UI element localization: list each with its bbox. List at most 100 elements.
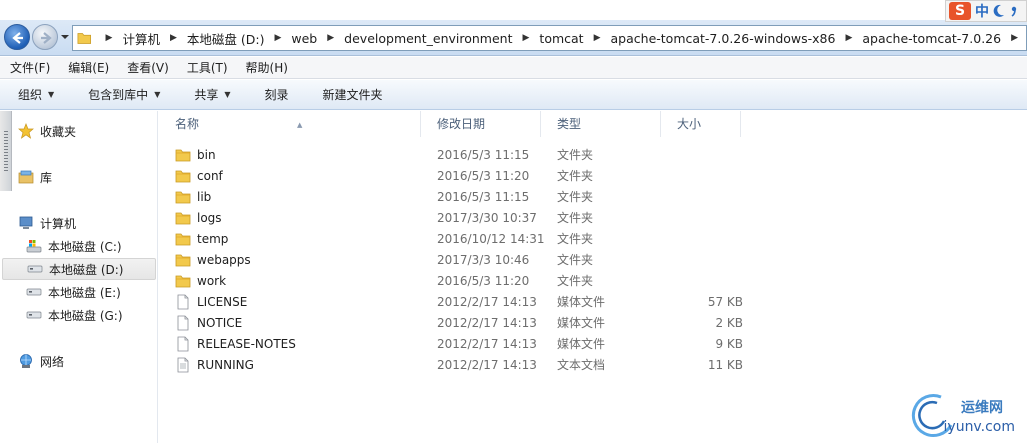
nav-libraries[interactable]: 库: [18, 166, 156, 188]
burn-button[interactable]: 刻录: [247, 86, 305, 103]
column-name-label: 名称: [175, 117, 200, 131]
hard-drive-icon: [27, 265, 43, 273]
file-name: RUNNING: [197, 357, 254, 372]
column-name-header[interactable]: 名称 ▲: [159, 111, 421, 137]
breadcrumb-separator[interactable]: ▶: [319, 33, 342, 43]
nav-drive-g[interactable]: 本地磁盘 (G:): [26, 304, 156, 326]
menu-view[interactable]: 查看(V): [117, 59, 177, 76]
table-row[interactable]: lib 2016/5/3 11:15 文件夹: [175, 186, 593, 207]
file-list[interactable]: 名称 ▲ 修改日期 类型 大小 bin 2016/5/3 11:15 文件夹 conf…: [159, 111, 1027, 443]
breadcrumb-web[interactable]: web: [289, 31, 319, 46]
table-row[interactable]: webapps 2017/3/3 10:46 文件夹: [175, 249, 593, 270]
nav-drive-c[interactable]: 本地磁盘 (C:): [26, 235, 156, 257]
system-drive-icon: [26, 240, 42, 253]
file-name-cell[interactable]: logs: [175, 210, 429, 226]
column-size-header[interactable]: 大小: [661, 111, 741, 137]
file-date: 2012/2/17 14:13: [437, 294, 537, 309]
breadcrumb-separator[interactable]: ▶: [98, 33, 121, 43]
breadcrumb-development-environment[interactable]: development_environment: [342, 31, 514, 46]
breadcrumb-computer[interactable]: 计算机: [120, 29, 162, 48]
table-row[interactable]: bin 2016/5/3 11:15 文件夹: [175, 144, 593, 165]
file-name-cell[interactable]: work: [175, 273, 429, 289]
file-type: 媒体文件: [557, 337, 606, 351]
breadcrumb-separator[interactable]: ▶: [837, 33, 860, 43]
file-name: RELEASE-NOTES: [197, 336, 296, 351]
column-header: 名称 ▲ 修改日期 类型 大小: [159, 111, 751, 137]
file-name-cell[interactable]: temp: [175, 231, 429, 247]
file-name: work: [197, 273, 227, 288]
nav-drive-d-label: 本地磁盘 (D:): [49, 262, 124, 277]
breadcrumb-tomcat-windows[interactable]: apache-tomcat-7.0.26-windows-x86: [609, 31, 838, 46]
column-type-header[interactable]: 类型: [541, 111, 661, 137]
menu-tools[interactable]: 工具(T): [177, 59, 236, 76]
file-name-cell[interactable]: RELEASE-NOTES: [175, 336, 429, 352]
breadcrumb-separator[interactable]: ▶: [586, 33, 609, 43]
table-row[interactable]: temp 2016/10/12 14:31 文件夹: [175, 228, 593, 249]
folder-icon: [175, 254, 191, 266]
ime-language[interactable]: 中: [975, 1, 989, 21]
file-name-cell[interactable]: conf: [175, 168, 429, 184]
scrollbar-grip[interactable]: [4, 131, 8, 171]
file-name: lib: [197, 189, 212, 204]
table-row[interactable]: logs 2017/3/30 10:37 文件夹: [175, 207, 593, 228]
file-name-cell[interactable]: RUNNING: [175, 357, 429, 373]
folder-icon: [175, 170, 191, 182]
breadcrumb-tomcat-folder[interactable]: apache-tomcat-7.0.26: [860, 31, 1003, 46]
nav-scrollbar[interactable]: [0, 111, 12, 191]
file-name: NOTICE: [197, 315, 243, 330]
back-button[interactable]: [4, 24, 30, 50]
menu-file[interactable]: 文件(F): [0, 59, 58, 76]
include-in-library-button[interactable]: 包含到库中 ▼: [70, 86, 176, 103]
new-folder-button[interactable]: 新建文件夹: [305, 86, 399, 103]
library-icon: [18, 170, 34, 184]
breadcrumb-tomcat[interactable]: tomcat: [537, 31, 585, 46]
share-label: 共享: [194, 88, 219, 102]
moon-icon[interactable]: [993, 4, 1005, 18]
file-type: 媒体文件: [557, 295, 606, 309]
nav-computer[interactable]: 计算机: [18, 212, 156, 234]
breadcrumb-separator[interactable]: ▶: [1003, 33, 1026, 43]
breadcrumb-separator[interactable]: ▶: [515, 33, 538, 43]
sort-ascending-icon: ▲: [297, 121, 303, 129]
file-name: LICENSE: [197, 294, 248, 309]
table-row[interactable]: RUNNING 2012/2/17 14:13 文本文档 11 KB: [175, 354, 743, 375]
file-name-cell[interactable]: bin: [175, 147, 429, 163]
table-row[interactable]: RELEASE-NOTES 2012/2/17 14:13 媒体文件 9 KB: [175, 333, 743, 354]
nav-favorites[interactable]: 收藏夹: [18, 120, 156, 142]
menu-edit[interactable]: 编辑(E): [58, 59, 117, 76]
menu-help[interactable]: 帮助(H): [236, 59, 296, 76]
organize-button[interactable]: 组织 ▼: [0, 86, 70, 103]
breadcrumb-separator[interactable]: ▶: [266, 33, 289, 43]
table-row[interactable]: LICENSE 2012/2/17 14:13 媒体文件 57 KB: [175, 291, 743, 312]
organize-label: 组织: [18, 88, 43, 102]
file-type: 文件夹: [557, 148, 594, 162]
forward-button[interactable]: [32, 24, 58, 50]
ime-toolbar[interactable]: S 中: [945, 0, 1027, 22]
breadcrumb[interactable]: ▶ 计算机 ▶ 本地磁盘 (D:) ▶ web ▶ development_en…: [72, 25, 1027, 51]
computer-icon: [19, 216, 33, 229]
breadcrumb-separator[interactable]: ▶: [162, 33, 185, 43]
file-date: 2017/3/30 10:37: [437, 210, 537, 225]
navigation-pane[interactable]: 收藏夹 库 计算机 本地磁盘 (C:) 本地磁盘 (D:) 本地磁盘 (E:) …: [0, 111, 158, 443]
table-row[interactable]: work 2016/5/3 11:20 文件夹: [175, 270, 593, 291]
file-date: 2016/5/3 11:15: [437, 147, 530, 162]
file-date: 2016/5/3 11:20: [437, 168, 530, 183]
file-name-cell[interactable]: webapps: [175, 252, 429, 268]
table-row[interactable]: NOTICE 2012/2/17 14:13 媒体文件 2 KB: [175, 312, 743, 333]
file-name-cell[interactable]: NOTICE: [175, 315, 429, 331]
file-name-cell[interactable]: lib: [175, 189, 429, 205]
share-button[interactable]: 共享 ▼: [176, 86, 246, 103]
include-in-library-label: 包含到库中: [88, 88, 149, 102]
nav-network[interactable]: 网络: [18, 350, 156, 372]
breadcrumb-drive-d[interactable]: 本地磁盘 (D:): [185, 29, 267, 48]
column-date-header[interactable]: 修改日期: [421, 111, 541, 137]
file-name-cell[interactable]: LICENSE: [175, 294, 429, 310]
nav-drive-e-label: 本地磁盘 (E:): [48, 285, 121, 300]
table-row[interactable]: conf 2016/5/3 11:20 文件夹: [175, 165, 593, 186]
file-type: 文件夹: [557, 253, 594, 267]
nav-drive-e[interactable]: 本地磁盘 (E:): [26, 281, 156, 303]
comma-icon[interactable]: [1009, 4, 1021, 18]
recent-pages-dropdown-icon[interactable]: [60, 32, 70, 42]
nav-drive-d[interactable]: 本地磁盘 (D:): [2, 258, 156, 280]
file-date: 2016/5/3 11:15: [437, 189, 530, 204]
